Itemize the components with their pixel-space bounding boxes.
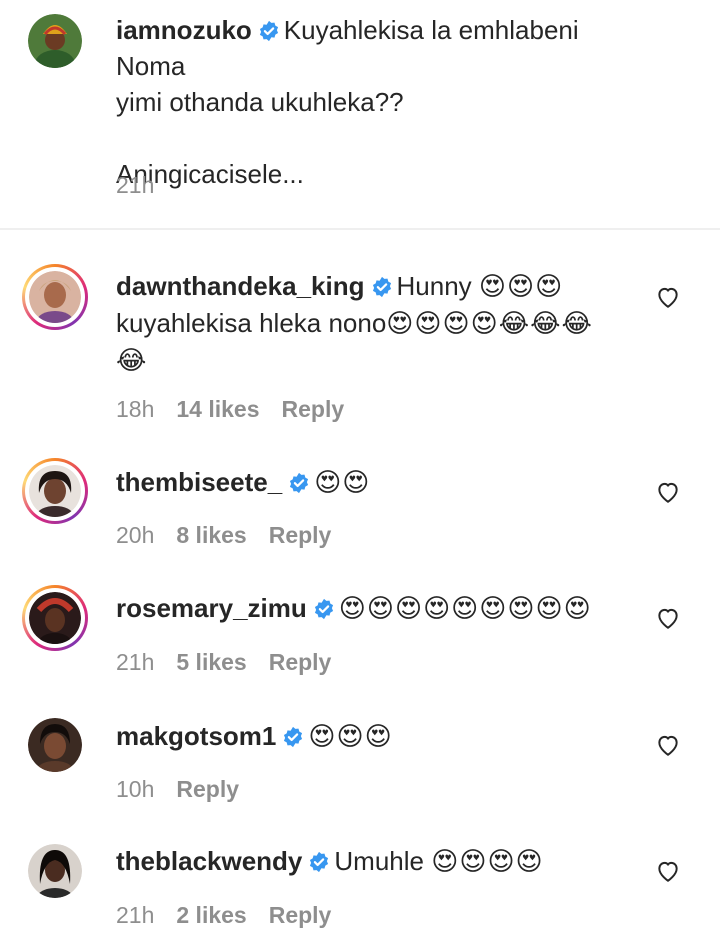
- avatar-image: [29, 465, 81, 517]
- timestamp: 21h: [116, 172, 155, 198]
- avatar-image: [28, 14, 82, 68]
- comment-text: theblackwendy Umuhle 😍😍😍😍: [116, 843, 636, 880]
- comment-body: Umuhle: [334, 846, 432, 876]
- username[interactable]: dawnthandeka_king: [116, 271, 365, 301]
- username[interactable]: thembiseete_: [116, 467, 282, 497]
- comment-meta: 21h 2 likes Reply: [116, 902, 353, 929]
- likes-count[interactable]: 8 likes: [176, 522, 246, 548]
- emoji-run: 😍😍😍: [308, 722, 393, 752]
- comment-text: makgotsom1 😍😍😍: [116, 718, 636, 755]
- verified-badge-icon: [372, 276, 391, 298]
- avatar[interactable]: [22, 264, 88, 330]
- avatar-image: [28, 844, 82, 898]
- emoji-run: 😍😍😍😍😂😂😂: [386, 309, 593, 339]
- timestamp: 18h: [116, 396, 155, 422]
- verified-badge-icon: [310, 851, 329, 873]
- comment-meta: 18h 14 likes Reply: [116, 396, 366, 423]
- heart-outline-icon[interactable]: [655, 284, 681, 310]
- verified-badge-icon: [314, 598, 333, 620]
- username[interactable]: rosemary_zimu: [116, 593, 307, 623]
- heart-outline-icon[interactable]: [655, 605, 681, 631]
- comment-meta: 20h 8 likes Reply: [116, 522, 353, 549]
- verified-badge-icon: [290, 472, 309, 494]
- emoji-run: 😍😍😍😍😍😍😍😍😍: [338, 594, 592, 624]
- reply-button[interactable]: Reply: [282, 396, 345, 422]
- emoji-run: 😍😍😍: [478, 272, 564, 302]
- username[interactable]: makgotsom1: [116, 721, 276, 751]
- timestamp: 21h: [116, 902, 155, 928]
- comment-text: thembiseete_ 😍😍: [116, 464, 636, 501]
- comment-meta: 21h 5 likes Reply: [116, 649, 353, 676]
- emoji-run: 😍😍: [314, 468, 371, 498]
- avatar-image: [29, 271, 81, 323]
- caption-text: iamnozuko Kuyahlekisa la emhlabeni Noma y…: [116, 12, 636, 192]
- reply-button[interactable]: Reply: [269, 522, 332, 548]
- avatar[interactable]: [28, 718, 82, 772]
- avatar-image: [28, 718, 82, 772]
- avatar[interactable]: [22, 458, 88, 524]
- caption-meta: 21h: [116, 172, 176, 199]
- avatar[interactable]: [28, 14, 82, 68]
- likes-count[interactable]: 14 likes: [176, 396, 259, 422]
- timestamp: 20h: [116, 522, 155, 548]
- divider: [0, 228, 720, 230]
- username[interactable]: iamnozuko: [116, 15, 252, 45]
- emoji-run: 😍😍😍😍: [431, 847, 544, 877]
- comment-text: dawnthandeka_king Hunny 😍😍😍 kuyahlekisa h…: [116, 268, 636, 379]
- avatar[interactable]: [22, 585, 88, 651]
- heart-outline-icon[interactable]: [655, 732, 681, 758]
- comment-meta: 10h Reply: [116, 776, 261, 803]
- reply-button[interactable]: Reply: [176, 776, 239, 802]
- username[interactable]: theblackwendy: [116, 846, 302, 876]
- likes-count[interactable]: 2 likes: [176, 902, 246, 928]
- timestamp: 21h: [116, 649, 155, 675]
- heart-outline-icon[interactable]: [655, 479, 681, 505]
- comments-screen: iamnozuko Kuyahlekisa la emhlabeni Noma y…: [0, 0, 720, 940]
- likes-count[interactable]: 5 likes: [176, 649, 246, 675]
- comment-text: rosemary_zimu 😍😍😍😍😍😍😍😍😍: [116, 590, 636, 627]
- verified-badge-icon: [284, 726, 303, 748]
- emoji-run: 😂: [116, 346, 148, 376]
- heart-outline-icon[interactable]: [655, 858, 681, 884]
- comment-body: Hunny: [396, 271, 479, 301]
- verified-badge-icon: [259, 20, 278, 42]
- reply-button[interactable]: Reply: [269, 902, 332, 928]
- timestamp: 10h: [116, 776, 155, 802]
- avatar-image: [29, 592, 81, 644]
- reply-button[interactable]: Reply: [269, 649, 332, 675]
- post-caption: iamnozuko Kuyahlekisa la emhlabeni Noma y…: [0, 0, 720, 228]
- comment-body: kuyahlekisa hleka nono: [116, 308, 387, 338]
- caption-line-2: yimi othanda ukuhleka??: [116, 87, 404, 117]
- avatar[interactable]: [28, 844, 82, 898]
